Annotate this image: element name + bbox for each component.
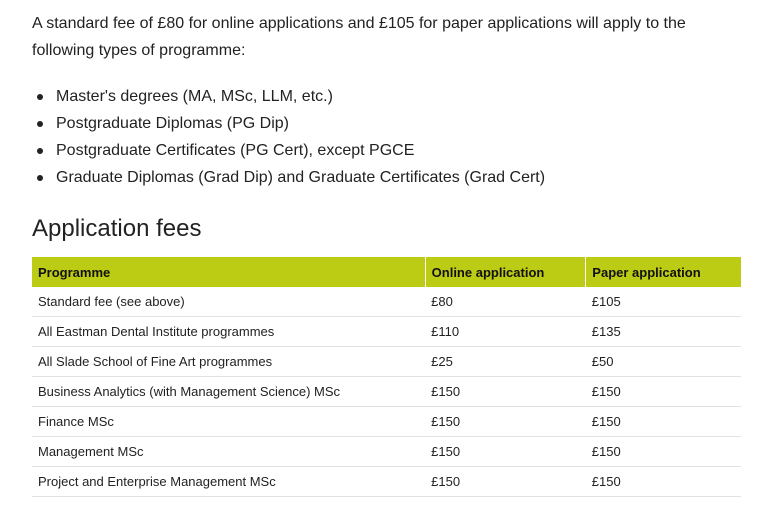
cell-paper-fee: £150 [585,376,741,407]
cell-programme: Management MSc [32,436,426,467]
header-online-application: Online application [424,257,586,287]
cell-online-fee: £25 [425,346,586,377]
bullet-icon [37,148,43,154]
list-item-text: Postgraduate Certificates (PG Cert), exc… [56,142,415,159]
cell-online-fee: £80 [425,287,586,317]
table-row: Management MSc £150 £150 [32,436,741,467]
cell-online-fee: £150 [425,436,586,467]
list-item: Master's degrees (MA, MSc, LLM, etc.) [37,83,741,110]
section-title: Application fees [32,215,202,242]
list-item-text: Master's degrees (MA, MSc, LLM, etc.) [56,88,333,105]
cell-programme: Business Analytics (with Management Scie… [32,376,426,407]
cell-paper-fee: £150 [585,406,741,437]
list-item: Postgraduate Certificates (PG Cert), exc… [37,137,741,164]
table-row: Finance MSc £150 £150 [32,406,741,437]
cell-paper-fee: £105 [585,287,741,317]
cell-programme: Standard fee (see above) [32,287,426,317]
cell-online-fee: £150 [425,466,586,497]
page-content: A standard fee of £80 for online applica… [32,0,741,497]
table-row: Standard fee (see above) £80 £105 [32,287,741,317]
list-item: Postgraduate Diplomas (PG Dip) [37,110,741,137]
cell-programme: Project and Enterprise Management MSc [32,466,426,497]
programme-type-list: Master's degrees (MA, MSc, LLM, etc.) Po… [32,83,741,191]
cell-paper-fee: £50 [585,346,741,377]
cell-paper-fee: £150 [585,436,741,467]
table-row: Business Analytics (with Management Scie… [32,376,741,407]
application-fees-table: Programme Online application Paper appli… [32,257,741,497]
list-item-text: Graduate Diplomas (Grad Dip) and Graduat… [56,169,546,186]
bullet-icon [37,175,43,181]
table-row: Project and Enterprise Management MSc £1… [32,466,741,497]
table-row: All Slade School of Fine Art programmes … [32,346,741,377]
header-paper-application: Paper application [585,257,741,287]
table-header-row: Programme Online application Paper appli… [32,257,741,287]
cell-online-fee: £150 [425,376,586,407]
header-programme: Programme [32,257,426,287]
bullet-icon [37,121,43,127]
cell-programme: Finance MSc [32,406,426,437]
cell-paper-fee: £135 [585,316,741,347]
intro-paragraph: A standard fee of £80 for online applica… [32,15,686,59]
cell-online-fee: £110 [425,316,586,347]
cell-programme: All Eastman Dental Institute programmes [32,316,426,347]
cell-online-fee: £150 [425,406,586,437]
list-item-text: Postgraduate Diplomas (PG Dip) [56,115,289,132]
cell-paper-fee: £150 [585,466,741,497]
list-item: Graduate Diplomas (Grad Dip) and Graduat… [37,164,741,191]
table-row: All Eastman Dental Institute programmes … [32,316,741,347]
bullet-icon [37,94,43,100]
cell-programme: All Slade School of Fine Art programmes [32,346,426,377]
